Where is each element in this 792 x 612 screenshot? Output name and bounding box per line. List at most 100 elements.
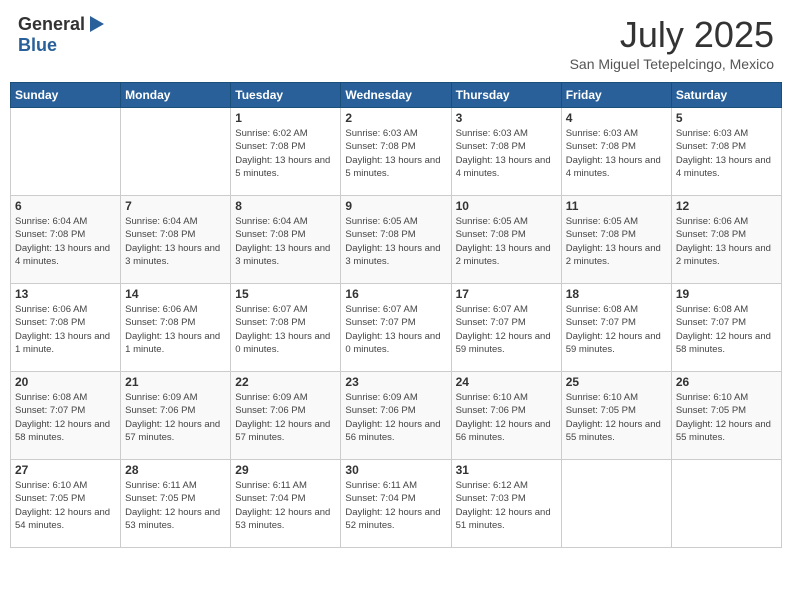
day-info: Sunrise: 6:10 AM Sunset: 7:05 PM Dayligh… [566,391,667,444]
day-info: Sunrise: 6:03 AM Sunset: 7:08 PM Dayligh… [566,127,667,180]
calendar-cell: 7 Sunrise: 6:04 AM Sunset: 7:08 PM Daylig… [121,196,231,284]
day-info: Sunrise: 6:11 AM Sunset: 7:04 PM Dayligh… [345,479,446,532]
calendar-cell: 25 Sunrise: 6:10 AM Sunset: 7:05 PM Dayli… [561,372,671,460]
calendar-table: SundayMondayTuesdayWednesdayThursdayFrid… [10,82,782,548]
day-number: 15 [235,287,336,301]
day-number: 22 [235,375,336,389]
day-info: Sunrise: 6:06 AM Sunset: 7:08 PM Dayligh… [676,215,777,268]
calendar-cell: 11 Sunrise: 6:05 AM Sunset: 7:08 PM Dayli… [561,196,671,284]
day-of-week-header: Tuesday [231,83,341,108]
calendar-week-row: 20Sunrise: 6:08 AM Sunset: 7:07 PM Dayli… [11,372,782,460]
day-number: 7 [125,199,226,213]
day-info: Sunrise: 6:08 AM Sunset: 7:07 PM Dayligh… [566,303,667,356]
day-number: 6 [15,199,116,213]
day-number: 17 [456,287,557,301]
calendar-cell: 19 Sunrise: 6:08 AM Sunset: 7:07 PM Dayli… [671,284,781,372]
day-info: Sunrise: 6:03 AM Sunset: 7:08 PM Dayligh… [676,127,777,180]
day-number: 25 [566,375,667,389]
calendar-cell: 8 Sunrise: 6:04 AM Sunset: 7:08 PM Daylig… [231,196,341,284]
day-info: Sunrise: 6:05 AM Sunset: 7:08 PM Dayligh… [345,215,446,268]
calendar-cell: 26Sunrise: 6:10 AM Sunset: 7:05 PM Dayli… [671,372,781,460]
day-info: Sunrise: 6:10 AM Sunset: 7:06 PM Dayligh… [456,391,557,444]
day-info: Sunrise: 6:05 AM Sunset: 7:08 PM Dayligh… [566,215,667,268]
day-number: 24 [456,375,557,389]
calendar-cell: 5 Sunrise: 6:03 AM Sunset: 7:08 PM Daylig… [671,108,781,196]
day-number: 18 [566,287,667,301]
day-info: Sunrise: 6:07 AM Sunset: 7:08 PM Dayligh… [235,303,336,356]
calendar-week-row: 27 Sunrise: 6:10 AM Sunset: 7:05 PM Dayli… [11,460,782,548]
calendar-cell: 3Sunrise: 6:03 AM Sunset: 7:08 PM Daylig… [451,108,561,196]
day-info: Sunrise: 6:02 AM Sunset: 7:08 PM Dayligh… [235,127,336,180]
page-header: General Blue July 2025 San Miguel Tetepe… [10,10,782,76]
calendar-header-row: SundayMondayTuesdayWednesdayThursdayFrid… [11,83,782,108]
day-number: 9 [345,199,446,213]
day-info: Sunrise: 6:11 AM Sunset: 7:04 PM Dayligh… [235,479,336,532]
calendar-cell: 9 Sunrise: 6:05 AM Sunset: 7:08 PM Daylig… [341,196,451,284]
day-number: 8 [235,199,336,213]
calendar-cell: 17 Sunrise: 6:07 AM Sunset: 7:07 PM Dayli… [451,284,561,372]
calendar-cell: 18 Sunrise: 6:08 AM Sunset: 7:07 PM Dayli… [561,284,671,372]
day-of-week-header: Wednesday [341,83,451,108]
day-of-week-header: Monday [121,83,231,108]
day-info: Sunrise: 6:07 AM Sunset: 7:07 PM Dayligh… [456,303,557,356]
day-number: 11 [566,199,667,213]
logo: General Blue [18,14,106,56]
calendar-cell: 4 Sunrise: 6:03 AM Sunset: 7:08 PM Daylig… [561,108,671,196]
calendar-cell: 1 Sunrise: 6:02 AM Sunset: 7:08 PM Daylig… [231,108,341,196]
day-info: Sunrise: 6:08 AM Sunset: 7:07 PM Dayligh… [15,391,116,444]
day-info: Sunrise: 6:04 AM Sunset: 7:08 PM Dayligh… [125,215,226,268]
logo-general-text: General [18,14,85,35]
calendar-cell: 22 Sunrise: 6:09 AM Sunset: 7:06 PM Dayli… [231,372,341,460]
month-title: July 2025 [570,14,774,56]
day-number: 19 [676,287,777,301]
day-number: 14 [125,287,226,301]
day-info: Sunrise: 6:09 AM Sunset: 7:06 PM Dayligh… [345,391,446,444]
day-info: Sunrise: 6:06 AM Sunset: 7:08 PM Dayligh… [125,303,226,356]
day-info: Sunrise: 6:08 AM Sunset: 7:07 PM Dayligh… [676,303,777,356]
day-info: Sunrise: 6:10 AM Sunset: 7:05 PM Dayligh… [15,479,116,532]
logo-blue-text: Blue [18,35,57,56]
day-info: Sunrise: 6:07 AM Sunset: 7:07 PM Dayligh… [345,303,446,356]
day-number: 4 [566,111,667,125]
day-number: 31 [456,463,557,477]
day-number: 28 [125,463,226,477]
day-info: Sunrise: 6:09 AM Sunset: 7:06 PM Dayligh… [235,391,336,444]
day-number: 2 [345,111,446,125]
day-info: Sunrise: 6:06 AM Sunset: 7:08 PM Dayligh… [15,303,116,356]
calendar-cell: 21Sunrise: 6:09 AM Sunset: 7:06 PM Dayli… [121,372,231,460]
calendar-cell [11,108,121,196]
calendar-cell: 27 Sunrise: 6:10 AM Sunset: 7:05 PM Dayli… [11,460,121,548]
day-number: 12 [676,199,777,213]
day-info: Sunrise: 6:12 AM Sunset: 7:03 PM Dayligh… [456,479,557,532]
day-info: Sunrise: 6:09 AM Sunset: 7:06 PM Dayligh… [125,391,226,444]
day-of-week-header: Thursday [451,83,561,108]
day-of-week-header: Saturday [671,83,781,108]
calendar-cell: 14 Sunrise: 6:06 AM Sunset: 7:08 PM Dayli… [121,284,231,372]
day-of-week-header: Sunday [11,83,121,108]
day-number: 5 [676,111,777,125]
calendar-cell [561,460,671,548]
day-info: Sunrise: 6:03 AM Sunset: 7:08 PM Dayligh… [345,127,446,180]
day-number: 1 [235,111,336,125]
calendar-week-row: 13 Sunrise: 6:06 AM Sunset: 7:08 PM Dayli… [11,284,782,372]
day-number: 13 [15,287,116,301]
calendar-cell: 30Sunrise: 6:11 AM Sunset: 7:04 PM Dayli… [341,460,451,548]
day-of-week-header: Friday [561,83,671,108]
calendar-cell: 13 Sunrise: 6:06 AM Sunset: 7:08 PM Dayli… [11,284,121,372]
calendar-cell: 31 Sunrise: 6:12 AM Sunset: 7:03 PM Dayli… [451,460,561,548]
logo-icon [86,14,106,34]
day-info: Sunrise: 6:05 AM Sunset: 7:08 PM Dayligh… [456,215,557,268]
day-number: 3 [456,111,557,125]
calendar-cell: 23Sunrise: 6:09 AM Sunset: 7:06 PM Dayli… [341,372,451,460]
day-number: 10 [456,199,557,213]
day-number: 29 [235,463,336,477]
day-info: Sunrise: 6:04 AM Sunset: 7:08 PM Dayligh… [235,215,336,268]
location-title: San Miguel Tetepelcingo, Mexico [570,56,774,72]
title-area: July 2025 San Miguel Tetepelcingo, Mexic… [570,14,774,72]
calendar-cell [121,108,231,196]
day-number: 27 [15,463,116,477]
calendar-week-row: 1 Sunrise: 6:02 AM Sunset: 7:08 PM Daylig… [11,108,782,196]
calendar-cell: 15 Sunrise: 6:07 AM Sunset: 7:08 PM Dayli… [231,284,341,372]
calendar-cell: 29 Sunrise: 6:11 AM Sunset: 7:04 PM Dayli… [231,460,341,548]
calendar-cell: 16Sunrise: 6:07 AM Sunset: 7:07 PM Dayli… [341,284,451,372]
